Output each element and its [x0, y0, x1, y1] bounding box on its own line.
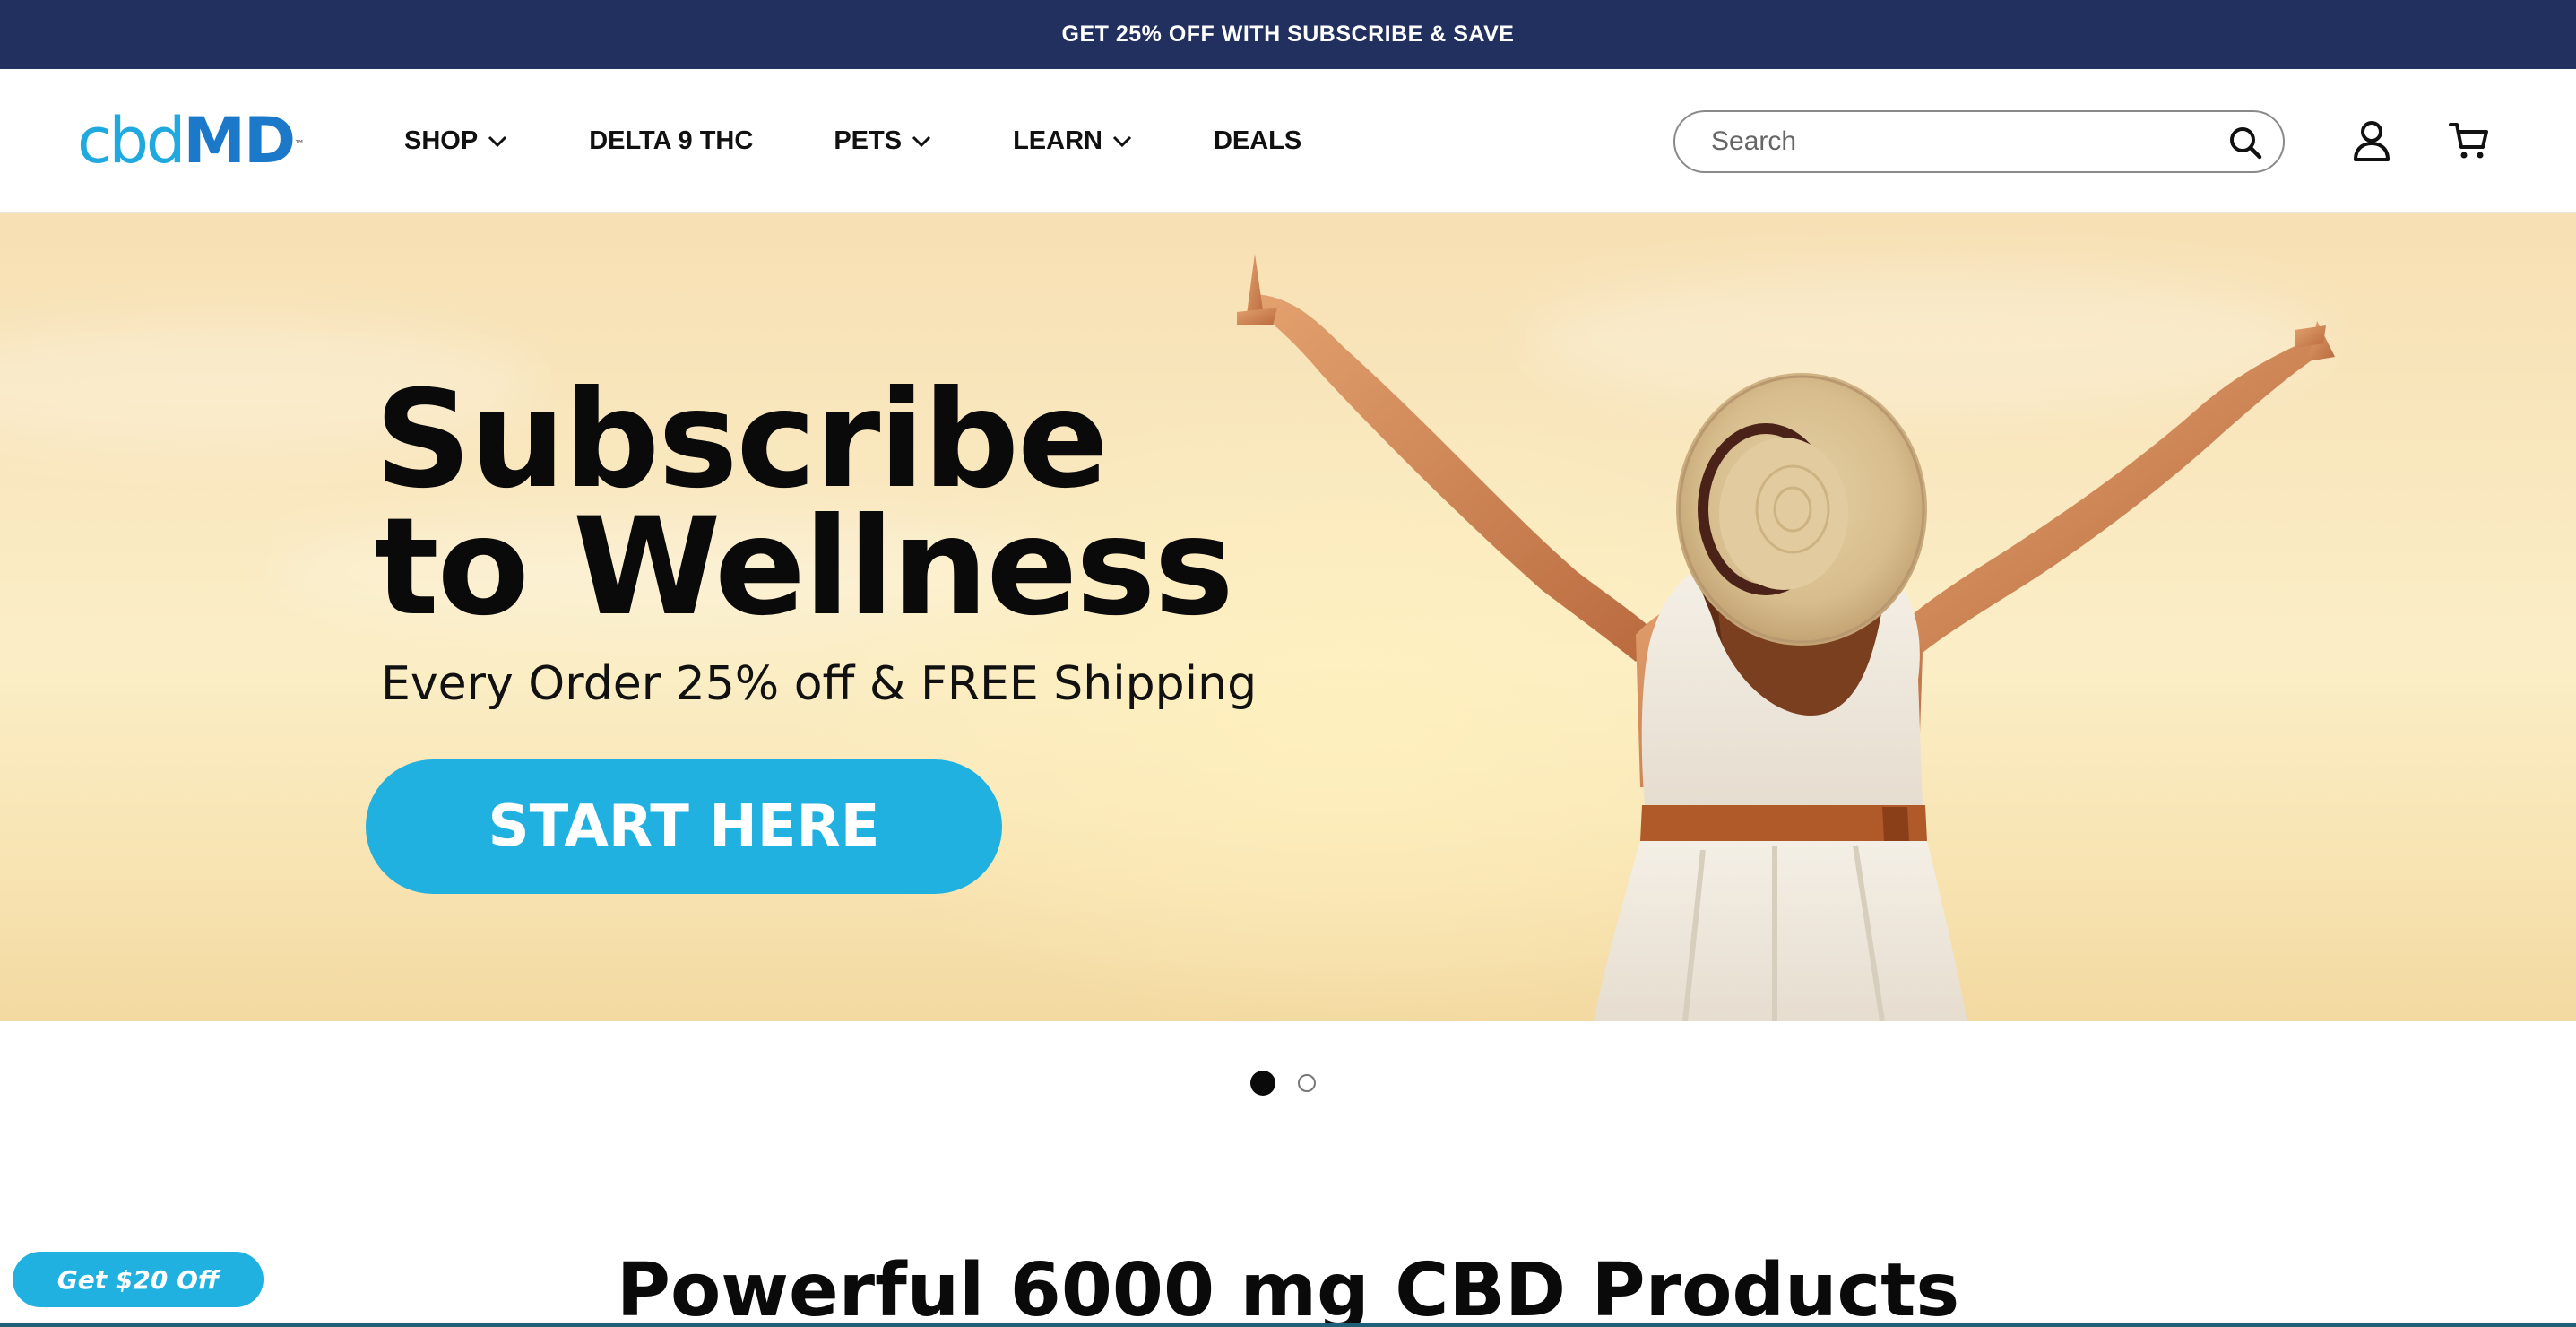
hero-woman-image: [1237, 254, 2335, 1021]
promo-label: Get $20 Off: [56, 1264, 220, 1295]
logo-text-bold: MD: [183, 104, 296, 178]
nav-item-delta-9-thc[interactable]: DELTA 9 THC: [589, 126, 753, 156]
announcement-text: GET 25% OFF WITH SUBSCRIBE & SAVE: [1061, 22, 1515, 47]
bottom-border: [0, 1323, 2576, 1327]
nav-label: PETS: [834, 126, 903, 155]
nav-label: SHOP: [404, 126, 479, 155]
nav-item-learn[interactable]: LEARN: [1013, 126, 1133, 156]
section-heading: Powerful 6000 mg CBD Products: [616, 1248, 1960, 1327]
slider-dot-1[interactable]: [1250, 1071, 1275, 1096]
hero-title-line-1: Subscribe: [375, 362, 1109, 518]
search-bar: [1673, 110, 2285, 173]
nav-item-shop[interactable]: SHOP: [404, 126, 508, 156]
user-icon[interactable]: [2352, 120, 2391, 161]
cart-icon[interactable]: [2449, 120, 2490, 161]
main-nav: SHOP DELTA 9 THC PETS LEARN DEALS: [404, 69, 1382, 213]
nav-item-deals[interactable]: DEALS: [1214, 126, 1301, 156]
start-here-button[interactable]: START HERE: [366, 759, 1002, 894]
announcement-bar: GET 25% OFF WITH SUBSCRIBE & SAVE: [0, 0, 2576, 69]
nav-label: DELTA 9 THC: [589, 126, 754, 155]
search-input[interactable]: [1711, 126, 2213, 157]
hero-title-line-2: to Wellness: [375, 490, 1234, 646]
chevron-down-icon: [487, 131, 508, 152]
search-icon[interactable]: [2227, 125, 2263, 160]
logo-text-light: cbd: [77, 104, 186, 178]
logo-trademark: ™: [294, 138, 306, 151]
cta-label: START HERE: [488, 794, 880, 860]
site-header: cbdMD™ SHOP DELTA 9 THC PETS LEARN DEALS: [0, 69, 2576, 213]
cbdmd-logo[interactable]: cbdMD™: [77, 108, 305, 173]
slider-dot-2[interactable]: [1298, 1074, 1316, 1092]
get-discount-button[interactable]: Get $20 Off: [13, 1252, 264, 1307]
hero-banner: Subscribe to Wellness Every Order 25% of…: [0, 213, 2576, 1021]
hero-title: Subscribe to Wellness: [375, 362, 1234, 646]
chevron-down-icon: [1111, 131, 1133, 152]
hero-subtitle: Every Order 25% off & FREE Shipping: [381, 657, 1258, 711]
nav-label: LEARN: [1013, 126, 1102, 155]
nav-item-pets[interactable]: PETS: [834, 126, 932, 156]
chevron-down-icon: [911, 131, 932, 152]
nav-label: DEALS: [1213, 126, 1302, 155]
